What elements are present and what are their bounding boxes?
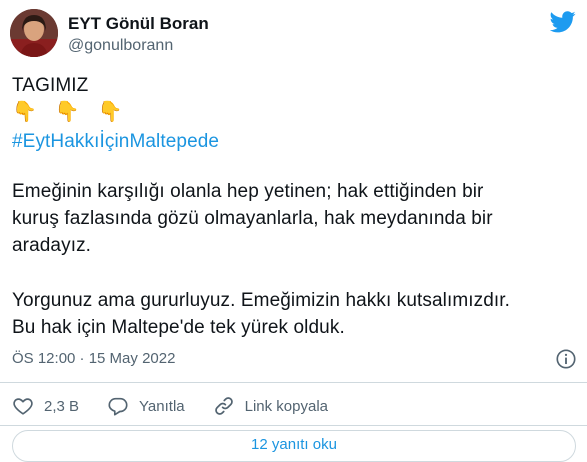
- like-count: 2,3 B: [44, 397, 80, 415]
- copy-link-button[interactable]: Link kopyala: [213, 395, 328, 417]
- author-name[interactable]: EYT Gönül Boran: [68, 14, 209, 34]
- tweet-paragraph-2-line-1: Yorgunuz ama gururluyuz. Emeğimizin hakk…: [12, 290, 511, 311]
- emoji-row: 👇 👇 👇: [12, 98, 123, 126]
- tweet-card: EYT Gönül Boran @gonulborann TAGIMIZ 👇 👇…: [0, 0, 587, 462]
- info-icon[interactable]: [555, 348, 577, 370]
- hashtag-link[interactable]: #EytHakkıİçinMaltepede: [12, 128, 219, 155]
- tweet-timestamp[interactable]: ÖS 12:00 · 15 May 2022: [12, 350, 175, 367]
- action-bar: 2,3 B Yanıtla Link kopyala: [12, 392, 356, 420]
- tweet-paragraph-2-line-2: Bu hak için Maltepe'de tek yürek olduk.: [12, 317, 345, 338]
- read-replies-button[interactable]: 12 yanıtı oku: [12, 430, 576, 462]
- like-button[interactable]: 2,3 B: [12, 395, 79, 417]
- tweet-line-tagimiz: TAGIMIZ: [12, 75, 89, 96]
- avatar[interactable]: [10, 9, 58, 57]
- reply-icon: [108, 397, 128, 416]
- link-icon: [214, 397, 233, 415]
- pointing-down-emoji: 👇: [12, 101, 37, 123]
- tweet-paragraph-1-line-2: kuruş fazlasında gözü olmayanlarla, hak …: [12, 208, 493, 229]
- divider: [0, 425, 587, 426]
- copy-link-label: Link kopyala: [244, 397, 329, 415]
- heart-icon: [13, 398, 33, 415]
- reply-button[interactable]: Yanıtla: [107, 395, 185, 417]
- tweet-paragraph-1-line-1: Emeğinin karşılığı olanla hep yetinen; h…: [12, 181, 484, 202]
- divider: [0, 382, 587, 383]
- reply-label: Yanıtla: [139, 397, 185, 415]
- author-handle[interactable]: @gonulborann: [68, 37, 173, 55]
- pointing-down-emoji: 👇: [97, 101, 123, 123]
- twitter-bird-icon[interactable]: [550, 11, 576, 33]
- tweet-paragraph-1-line-3: aradayız.: [12, 235, 92, 256]
- pointing-down-emoji: 👇: [54, 101, 80, 123]
